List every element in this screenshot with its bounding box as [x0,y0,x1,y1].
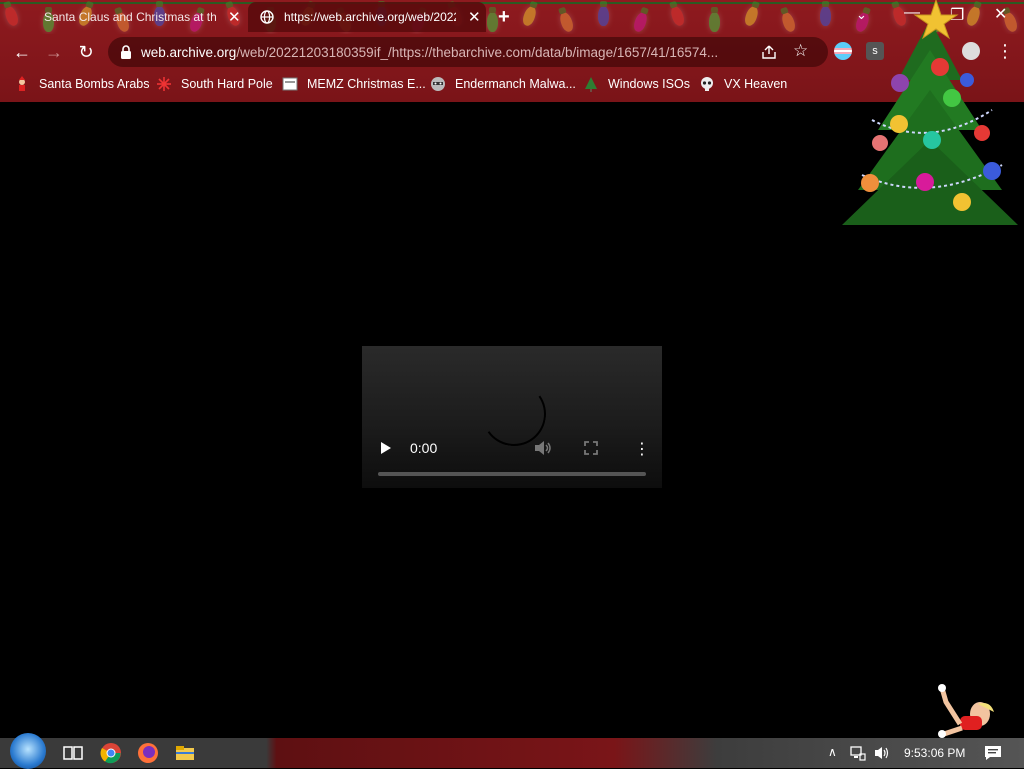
new-tab-plus-icon[interactable]: + [498,6,510,29]
lock-icon [119,44,133,60]
fullscreen-icon[interactable] [584,441,598,455]
light-bulb-icon [557,10,576,34]
share-icon[interactable] [760,43,778,61]
current-time: 0:00 [410,440,438,456]
light-bulb-icon [631,10,650,34]
taskbar-clock[interactable]: 9:53:06 PM [904,746,965,760]
url-host: web.archive.org [141,45,237,60]
christmas-tree-decoration [842,0,1018,225]
tree-icon [583,76,599,92]
bookmark-label: Endermanch Malwa... [455,77,576,91]
light-bulb-icon [820,1,831,26]
light-bulb-icon [598,1,609,26]
skull-icon [699,76,715,92]
light-bulb-icon [709,7,720,32]
show-hidden-icons-chevron-icon[interactable]: ∧ [828,745,837,759]
bookmark-vx-heaven[interactable]: VX Heaven [699,76,787,92]
address-bar[interactable]: web.archive.org/web/20221203180359if_/ht… [108,37,828,67]
chrome-icon[interactable] [100,742,122,764]
start-button[interactable] [10,733,46,769]
light-bulb-icon [487,7,498,32]
forward-arrow-icon[interactable]: → [42,40,66,64]
action-center-icon[interactable] [984,745,1002,761]
santa-icon [14,76,30,92]
url-path: /web/20221203180359if_/https://thebarchi… [236,45,719,60]
url-text[interactable]: web.archive.org/web/20221203180359if_/ht… [141,45,753,60]
bookmark-label: South Hard Pole [181,77,273,91]
video-progress-bar[interactable] [378,472,646,476]
light-bulb-icon [779,10,798,34]
bookmark-label: Windows ISOs [608,77,690,91]
bookmark-star-icon[interactable]: ☆ [793,41,808,61]
light-bulb-icon [520,4,539,28]
close-tab-icon[interactable]: ✕ [468,8,481,26]
bookmark-label: MEMZ Christmas E... [307,77,426,91]
bookmark-santa-bombs-arabs[interactable]: Santa Bombs Arabs [14,76,149,92]
windows-taskbar: ∧ 9:53:06 PM [0,733,1024,769]
task-view-icon[interactable] [62,742,84,764]
light-bulb-icon [742,4,761,28]
reload-icon[interactable]: ↻ [74,40,98,64]
santa-girl-decoration [938,684,994,738]
tab-title: Santa Claus and Christmas at the [44,10,216,24]
bookmark-windows-isos[interactable]: Windows ISOs [583,76,690,92]
volume-icon[interactable] [534,440,552,456]
tab-santa-claus[interactable]: Santa Claus and Christmas at the ✕ [0,2,246,32]
bookmark-south-hard-pole[interactable]: South Hard Pole [156,76,273,92]
bookmark-memz-christmas[interactable]: MEMZ Christmas E... [282,76,426,92]
bookmark-label: VX Heaven [724,77,788,91]
tab-title: https://web.archive.org/web/2022 [284,10,456,24]
bookmark-endermanch-malware[interactable]: Endermanch Malwa... [430,76,576,92]
bookmark-label: Santa Bombs Arabs [39,77,150,91]
back-arrow-icon[interactable]: ← [10,40,34,64]
network-icon[interactable] [850,745,866,761]
page-icon [282,76,298,92]
raccoon-icon [430,76,446,92]
firefox-icon[interactable] [137,742,159,764]
play-icon[interactable] [380,441,392,455]
video-player[interactable]: 0:00 ⋮ [362,346,662,488]
file-explorer-icon[interactable] [174,742,196,764]
globe-icon [260,10,274,24]
close-tab-icon[interactable]: ✕ [228,8,241,26]
speaker-volume-icon[interactable] [874,745,890,761]
video-more-options-icon[interactable]: ⋮ [634,439,650,459]
tab-web-archive[interactable]: https://web.archive.org/web/2022 ✕ [248,2,486,32]
light-bulb-icon [668,4,687,28]
snowflake-icon [156,76,172,92]
